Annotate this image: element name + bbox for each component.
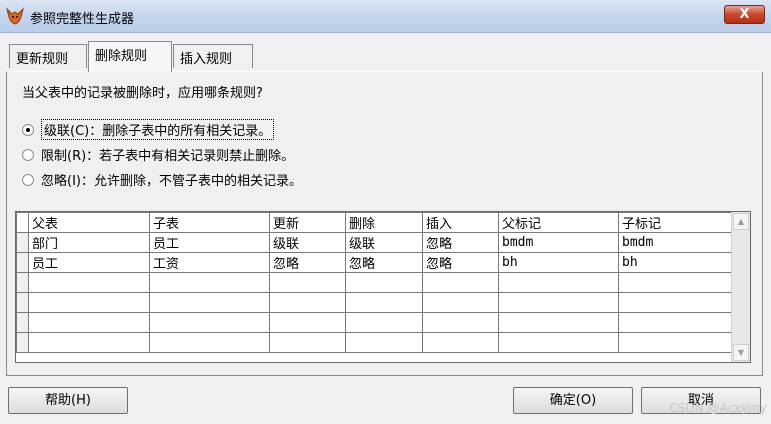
watermark: CSDN @Acxymy xyxy=(669,401,767,415)
grid-cell[interactable]: 忽略 xyxy=(422,232,499,253)
tab-label: 插入规则 xyxy=(180,52,233,67)
grid-cell[interactable] xyxy=(498,312,619,333)
grid-cell[interactable]: bmdm xyxy=(498,232,619,253)
close-button[interactable]: X xyxy=(724,5,765,24)
vertical-scrollbar[interactable]: ▲ ▼ xyxy=(731,212,750,362)
grid-cell[interactable]: 部门 xyxy=(28,232,150,253)
table-row[interactable] xyxy=(16,292,733,313)
grid-cell[interactable] xyxy=(28,332,150,353)
tab-delete-rules[interactable]: 删除规则 xyxy=(88,41,172,72)
row-indicator[interactable] xyxy=(16,312,29,333)
grid-cell[interactable] xyxy=(269,292,346,313)
table-row[interactable] xyxy=(16,312,733,333)
grid-cell[interactable] xyxy=(422,292,499,313)
option-label: 级联(C)：删除子表中的所有相关记录。 xyxy=(41,119,275,140)
grid-cell[interactable]: bmdm xyxy=(618,232,733,253)
grid-cell[interactable] xyxy=(149,332,270,353)
tab-insert-rules[interactable]: 插入规则 xyxy=(173,44,253,68)
rule-question: 当父表中的记录被删除时，应用哪条规则? xyxy=(22,86,263,101)
rules-table: 父表 子表 更新 删除 插入 父标记 子标记 部门 员工 级联 级联 忽略 bm… xyxy=(16,212,733,353)
grid-cell[interactable] xyxy=(345,292,423,313)
grid-cell[interactable] xyxy=(498,292,619,313)
ok-button[interactable]: 确定(O) xyxy=(513,387,633,414)
column-header[interactable]: 父标记 xyxy=(498,212,619,233)
close-icon: X xyxy=(739,7,750,22)
radio-icon[interactable] xyxy=(22,173,34,186)
grid-cell[interactable] xyxy=(345,312,423,333)
option-cascade[interactable]: 级联(C)：删除子表中的所有相关记录。 xyxy=(22,119,275,140)
fox-app-icon xyxy=(6,7,24,25)
grid-cell[interactable] xyxy=(618,272,733,293)
grid-cell[interactable] xyxy=(149,272,270,293)
row-indicator[interactable] xyxy=(16,232,29,253)
grid-cell[interactable]: 级联 xyxy=(345,232,423,253)
grid-cell[interactable]: 员工 xyxy=(149,232,270,253)
help-button[interactable]: 帮助(H) xyxy=(8,387,128,414)
grid-cell[interactable] xyxy=(269,272,346,293)
grid-cell[interactable] xyxy=(269,332,346,353)
grid-cell[interactable] xyxy=(422,312,499,333)
grid-cell[interactable]: 忽略 xyxy=(422,252,499,273)
column-header[interactable]: 插入 xyxy=(422,212,499,233)
grid-cell[interactable]: bh xyxy=(498,252,619,273)
row-indicator[interactable] xyxy=(16,252,29,273)
ok-button-label: 确定(O) xyxy=(549,393,597,408)
tab-label: 更新规则 xyxy=(16,52,69,67)
grid-cell[interactable]: 忽略 xyxy=(345,252,423,273)
column-header[interactable]: 父表 xyxy=(28,212,150,233)
row-indicator[interactable] xyxy=(16,332,29,353)
grid-cell[interactable] xyxy=(149,312,270,333)
column-header[interactable]: 子标记 xyxy=(618,212,733,233)
option-restrict[interactable]: 限制(R)：若子表中有相关记录则禁止删除。 xyxy=(22,145,294,164)
grid-cell[interactable] xyxy=(345,332,423,353)
table-row[interactable]: 部门 员工 级联 级联 忽略 bmdm bmdm xyxy=(16,232,733,253)
grid-cell[interactable]: bh xyxy=(618,252,733,273)
row-indicator xyxy=(16,212,29,233)
row-indicator[interactable] xyxy=(16,292,29,313)
grid-cell[interactable] xyxy=(498,272,619,293)
radio-selected-icon[interactable] xyxy=(22,123,34,136)
table-row[interactable] xyxy=(16,272,733,293)
rules-grid[interactable]: 父表 子表 更新 删除 插入 父标记 子标记 部门 员工 级联 级联 忽略 bm… xyxy=(15,211,751,363)
grid-cell[interactable] xyxy=(618,292,733,313)
scroll-up-icon[interactable]: ▲ xyxy=(733,213,749,230)
grid-cell[interactable] xyxy=(28,292,150,313)
help-button-label: 帮助(H) xyxy=(45,393,91,408)
title-bar: 参照完整性生成器 X xyxy=(0,0,771,33)
column-header[interactable]: 删除 xyxy=(345,212,423,233)
table-row[interactable]: 员工 工资 忽略 忽略 忽略 bh bh xyxy=(16,252,733,273)
grid-header-row: 父表 子表 更新 删除 插入 父标记 子标记 xyxy=(16,212,733,233)
option-label: 忽略(I)：允许删除，不管子表中的相关记录。 xyxy=(41,174,302,189)
column-header[interactable]: 更新 xyxy=(269,212,346,233)
radio-icon[interactable] xyxy=(22,148,34,161)
window-title: 参照完整性生成器 xyxy=(30,12,135,27)
option-ignore[interactable]: 忽略(I)：允许删除，不管子表中的相关记录。 xyxy=(22,170,302,189)
scroll-down-icon[interactable]: ▼ xyxy=(733,344,749,361)
grid-cell[interactable] xyxy=(618,312,733,333)
column-header[interactable]: 子表 xyxy=(149,212,270,233)
grid-cell[interactable]: 员工 xyxy=(28,252,150,273)
grid-cell[interactable]: 忽略 xyxy=(269,252,346,273)
option-label: 限制(R)：若子表中有相关记录则禁止删除。 xyxy=(41,149,295,164)
tab-update-rules[interactable]: 更新规则 xyxy=(9,44,87,68)
grid-cell[interactable] xyxy=(269,312,346,333)
table-row[interactable] xyxy=(16,332,733,353)
grid-cell[interactable] xyxy=(28,272,150,293)
tab-label: 删除规则 xyxy=(95,49,148,64)
grid-cell[interactable] xyxy=(345,272,423,293)
grid-cell[interactable] xyxy=(422,332,499,353)
grid-cell[interactable] xyxy=(498,332,619,353)
grid-cell[interactable] xyxy=(618,332,733,353)
grid-cell[interactable] xyxy=(422,272,499,293)
row-indicator[interactable] xyxy=(16,272,29,293)
grid-cell[interactable] xyxy=(28,312,150,333)
grid-cell[interactable]: 级联 xyxy=(269,232,346,253)
grid-cell[interactable] xyxy=(149,292,270,313)
grid-cell[interactable]: 工资 xyxy=(149,252,270,273)
